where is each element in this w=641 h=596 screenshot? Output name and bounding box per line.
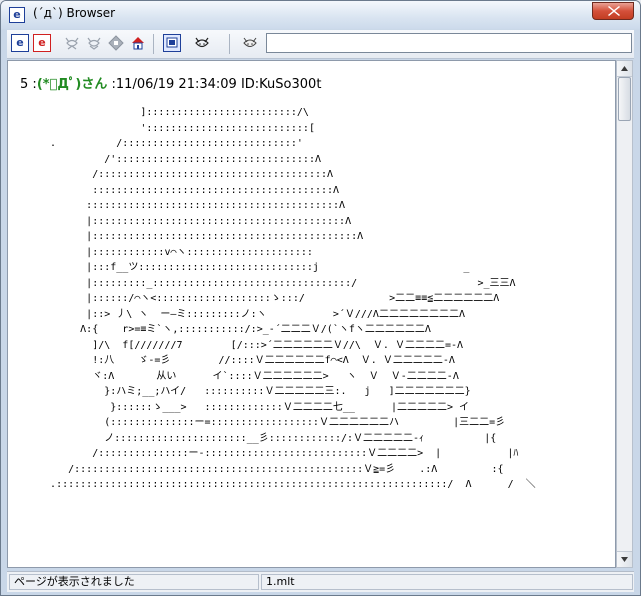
post-number[interactable]: 5	[20, 77, 28, 92]
cat-search-icon	[243, 37, 257, 47]
cat-face-icon	[195, 37, 209, 48]
vertical-scrollbar[interactable]	[616, 60, 633, 568]
bbs-icon	[166, 37, 178, 48]
bbs-button[interactable]	[163, 34, 181, 52]
post-date: 11/06/19 21:34:09	[115, 77, 237, 92]
post-author-name: (*ﾟДﾟ)さん	[36, 77, 108, 92]
post-header: 5 :(*ﾟДﾟ)さん :11/06/19 21:34:09 ID:KuSo30…	[20, 73, 321, 92]
cat-back-icon	[65, 37, 79, 50]
toolbar-separator	[229, 34, 230, 54]
title-bar[interactable]: e (´д`) Browser	[1, 1, 640, 29]
app-e-icon[interactable]: e	[9, 7, 25, 23]
back-button[interactable]	[63, 34, 81, 52]
toolbar-separator	[153, 34, 154, 54]
status-file: 1.mlt	[261, 574, 633, 590]
red-e-icon: e	[38, 36, 46, 49]
stop-button[interactable]	[107, 34, 125, 52]
cat-forward-icon	[87, 37, 101, 50]
cat-face-button[interactable]	[193, 34, 211, 52]
post-id[interactable]: ID:KuSo300t	[241, 77, 321, 92]
window-title: (´д`) Browser	[33, 6, 116, 20]
status-bar: ページが表示されました 1.mlt	[7, 571, 634, 592]
address-input[interactable]	[266, 33, 632, 53]
home-icon	[132, 37, 144, 50]
red-e-button[interactable]: e	[33, 34, 51, 52]
close-icon	[608, 6, 620, 16]
toolbar: e e	[7, 30, 634, 59]
forward-button[interactable]	[85, 34, 103, 52]
scroll-down-icon	[621, 557, 628, 562]
blue-e-icon: e	[16, 36, 24, 49]
status-message: ページが表示されました	[9, 574, 259, 590]
thread-view[interactable]: 5 :(*ﾟДﾟ)さん :11/06/19 21:34:09 ID:KuSo30…	[7, 60, 616, 568]
blue-e-button[interactable]: e	[11, 34, 29, 52]
browser-window: e (´д`) Browser e e 5:(*ﾟДﾟ)さん:11/06/1…	[0, 0, 641, 596]
cat-search-button[interactable]	[241, 34, 259, 52]
ascii-art-body: ]:::::::::::::::::::::::::/\ '::::::::::…	[50, 107, 536, 490]
close-button[interactable]	[592, 2, 634, 20]
scroll-up-icon	[621, 66, 628, 71]
scroll-up-button[interactable]	[617, 61, 632, 77]
scroll-down-button[interactable]	[617, 551, 632, 567]
scroll-thumb[interactable]	[618, 77, 631, 121]
stop-icon	[108, 35, 124, 51]
home-button[interactable]	[129, 34, 147, 52]
